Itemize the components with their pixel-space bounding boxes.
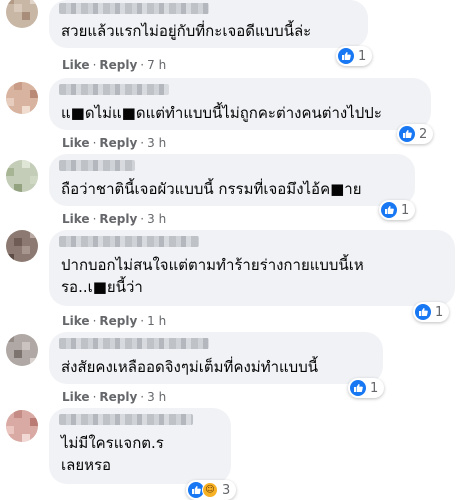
comment-text: ส่งสัยคงเหลืออดจิงๆม่เต็มที่คงม่ทำแบบนี้ — [61, 358, 318, 376]
like-reaction-icon — [350, 380, 366, 396]
reaction-count: 3 — [222, 482, 231, 498]
reaction-summary[interactable]: ☺ 3 — [186, 480, 237, 500]
comment-text: ถือว่าชาตินี้เจอผัวแบบนี้ กรรมที่เจอมึงไ… — [61, 180, 362, 198]
like-reaction-icon — [381, 202, 397, 218]
avatar[interactable] — [6, 0, 38, 28]
avatar[interactable] — [6, 410, 38, 442]
avatar[interactable] — [6, 82, 38, 114]
commenter-name-blurred[interactable] — [59, 338, 209, 349]
like-link[interactable]: Like — [62, 390, 90, 404]
reply-link[interactable]: Reply — [99, 390, 137, 404]
like-link[interactable]: Like — [62, 212, 90, 226]
reply-link[interactable]: Reply — [99, 58, 137, 72]
comment-bubble: แ■ดไม่แ■ดแต่ทำแบบนี้ไม่ถูกคะต่างคนต่างไป… — [49, 78, 431, 130]
timestamp[interactable]: 7 h — [147, 58, 166, 72]
like-reaction-icon — [399, 126, 415, 142]
reaction-summary[interactable]: 1 — [379, 200, 416, 220]
reaction-count: 2 — [419, 126, 428, 142]
comment-text-line-2: รอ..เ■ยนี้ว่า — [61, 278, 143, 296]
like-reaction-icon — [338, 48, 354, 64]
haha-reaction-icon: ☺ — [202, 482, 218, 498]
like-link[interactable]: Like — [62, 314, 90, 328]
comment-text-line-2: เลยหรอ — [61, 456, 112, 474]
comment-actions: Like · Reply · 3 h — [62, 136, 167, 150]
reply-link[interactable]: Reply — [99, 314, 137, 328]
like-link[interactable]: Like — [62, 136, 90, 150]
comment-text-line-1: ไม่มีใครแจกต.ร — [61, 434, 164, 452]
reaction-summary[interactable]: 1 — [348, 378, 385, 398]
commenter-name-blurred[interactable] — [59, 414, 193, 425]
reply-link[interactable]: Reply — [99, 212, 137, 226]
like-link[interactable]: Like — [62, 58, 90, 72]
comment-actions: Like · Reply · 3 h — [62, 212, 167, 226]
avatar[interactable] — [6, 334, 38, 366]
timestamp[interactable]: 3 h — [147, 212, 166, 226]
comment-actions: Like · Reply · 3 h — [62, 390, 167, 404]
avatar[interactable] — [6, 160, 38, 192]
comment-text: สวยแล้วแรกไม่อยู่กับที่กะเจอดีแบบนี้ล่ะ — [61, 22, 312, 40]
reaction-count: 1 — [370, 380, 379, 396]
comment-bubble: ไม่มีใครแจกต.ร เลยหรอ — [49, 408, 231, 484]
timestamp[interactable]: 3 h — [147, 136, 166, 150]
comment-actions: Like · Reply · 1 h — [62, 314, 167, 328]
reaction-count: 1 — [358, 48, 367, 64]
avatar[interactable] — [6, 230, 38, 262]
comment-text-line-1: ปากบอกไม่สนใจแต่ตามทำร้ายร่างกายแบบนี้เห — [61, 256, 364, 274]
reaction-count: 1 — [401, 202, 410, 218]
like-reaction-icon — [415, 304, 431, 320]
comment-actions: Like · Reply · 7 h — [62, 58, 167, 72]
commenter-name-blurred[interactable] — [59, 84, 169, 95]
comment-bubble: ปากบอกไม่สนใจแต่ตามทำร้ายร่างกายแบบนี้เห… — [49, 230, 455, 306]
commenter-name-blurred[interactable] — [59, 236, 199, 247]
comment-bubble: สวยแล้วแรกไม่อยู่กับที่กะเจอดีแบบนี้ล่ะ — [49, 0, 368, 48]
timestamp[interactable]: 1 h — [147, 314, 166, 328]
comment-bubble: ส่งสัยคงเหลืออดจิงๆม่เต็มที่คงม่ทำแบบนี้ — [49, 332, 383, 384]
reaction-summary[interactable]: 1 — [336, 46, 373, 66]
comment-text: แ■ดไม่แ■ดแต่ทำแบบนี้ไม่ถูกคะต่างคนต่างไป… — [61, 104, 382, 122]
timestamp[interactable]: 3 h — [147, 390, 166, 404]
reaction-summary[interactable]: 2 — [397, 124, 434, 144]
commenter-name-blurred[interactable] — [59, 3, 209, 14]
reply-link[interactable]: Reply — [99, 136, 137, 150]
reaction-count: 1 — [435, 304, 444, 320]
reaction-summary[interactable]: 1 — [413, 302, 450, 322]
commenter-name-blurred[interactable] — [59, 160, 135, 171]
comment-bubble: ถือว่าชาตินี้เจอผัวแบบนี้ กรรมที่เจอมึงไ… — [49, 154, 415, 206]
